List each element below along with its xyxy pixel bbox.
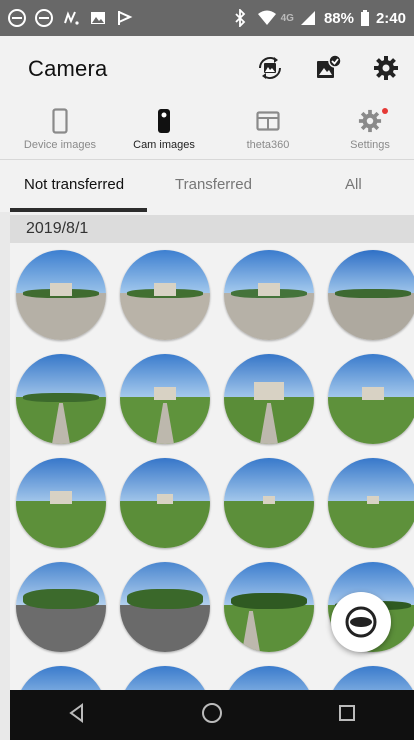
battery-icon	[360, 9, 370, 27]
tab-settings[interactable]: Settings	[318, 106, 414, 158]
tab-all[interactable]: All	[345, 176, 362, 193]
home-button[interactable]	[200, 701, 224, 730]
photo-thumbnail[interactable]	[224, 458, 314, 548]
nav-tabs: Device images Cam images theta360 Settin…	[0, 102, 414, 160]
phone-icon	[52, 108, 68, 134]
signal-alert-icon	[62, 9, 80, 27]
transfer-filter-tabs: Not transferred Transferred All	[0, 160, 414, 212]
shutter-fab-button[interactable]	[331, 592, 391, 652]
photo-thumbnail[interactable]	[328, 250, 414, 340]
photo-thumbnail[interactable]	[224, 354, 314, 444]
rotate-photo-icon	[259, 57, 281, 79]
photo-thumbnail[interactable]	[16, 250, 106, 340]
battery-percent: 88%	[323, 9, 354, 27]
tab-label: Cam images	[133, 139, 195, 151]
tab-transferred[interactable]: Transferred	[175, 176, 252, 193]
back-button[interactable]	[66, 702, 88, 729]
photo-thumbnail[interactable]	[120, 562, 210, 652]
photo-thumbnail[interactable]	[16, 458, 106, 548]
tab-label: theta360	[246, 139, 290, 151]
photo-thumbnail[interactable]	[16, 354, 106, 444]
network-type: 4G	[280, 12, 294, 24]
image-icon	[89, 9, 107, 27]
photo-thumbnail[interactable]	[120, 250, 210, 340]
rotate-photo-button[interactable]	[256, 54, 284, 82]
back-triangle-icon	[69, 702, 83, 723]
photo-thumbnail[interactable]	[120, 354, 210, 444]
recents-square-icon	[339, 704, 355, 721]
photo-thumbnail[interactable]	[328, 354, 414, 444]
select-images-button[interactable]	[314, 54, 342, 82]
tab-not-transferred[interactable]: Not transferred	[24, 176, 124, 193]
photo-thumbnail[interactable]	[328, 666, 414, 690]
home-circle-icon	[202, 702, 222, 723]
tab-device-images[interactable]: Device images	[8, 106, 112, 158]
photo-thumbnail[interactable]	[16, 562, 106, 652]
image-check-icon	[317, 54, 342, 78]
system-status: 4G 88% 2:40	[233, 7, 406, 29]
app-bar: Camera	[0, 36, 414, 102]
photo-thumbnail[interactable]	[224, 562, 314, 652]
notification-icons	[8, 9, 134, 27]
tab-label: Device images	[23, 139, 97, 151]
photo-thumbnail[interactable]	[328, 458, 414, 548]
wifi-icon	[257, 9, 276, 27]
active-tab-indicator	[10, 208, 147, 212]
app-actions	[256, 54, 400, 82]
gear-icon	[374, 56, 398, 80]
flag-icon	[116, 9, 134, 27]
photo-thumbnail[interactable]	[224, 666, 314, 690]
date-section-header: 2019/8/1	[10, 215, 414, 243]
camera-device-icon	[158, 109, 170, 133]
settings-button[interactable]	[372, 54, 400, 82]
gear-icon	[358, 109, 382, 133]
photo-thumbnail[interactable]	[16, 666, 106, 690]
clock: 2:40	[375, 9, 406, 27]
tab-label: Settings	[350, 139, 390, 151]
status-bar: 4G 88% 2:40	[0, 0, 414, 36]
do-not-disturb-icon	[35, 9, 53, 27]
browser-icon	[256, 111, 280, 131]
photo-thumbnail[interactable]	[224, 250, 314, 340]
bluetooth-icon	[233, 7, 251, 29]
page-title: Camera	[28, 56, 108, 81]
signal-icon	[300, 9, 318, 27]
system-navigation-bar	[10, 690, 414, 740]
recents-button[interactable]	[336, 702, 358, 729]
photo-thumbnail[interactable]	[120, 666, 210, 690]
theta-lens-icon	[345, 606, 377, 638]
tab-theta360[interactable]: theta360	[216, 106, 320, 158]
tab-cam-images[interactable]: Cam images	[112, 106, 216, 158]
notification-dot	[382, 108, 388, 114]
photo-thumbnail[interactable]	[120, 458, 210, 548]
do-not-disturb-icon	[8, 9, 26, 27]
